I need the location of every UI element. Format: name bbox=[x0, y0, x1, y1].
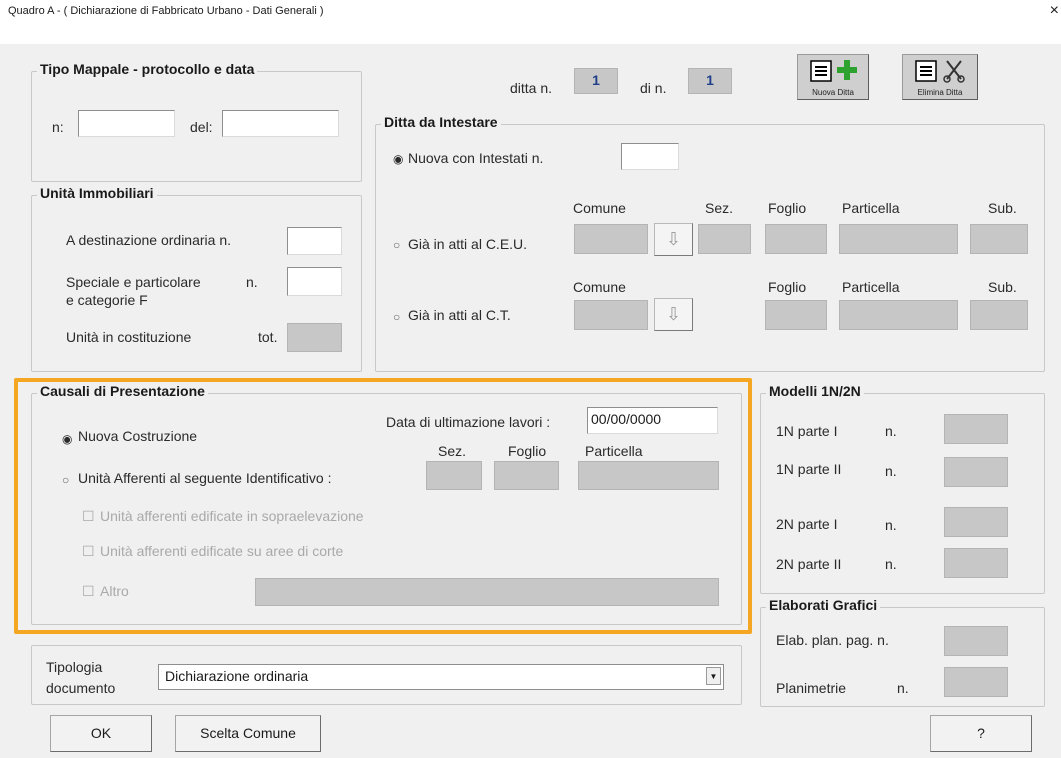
modelli-legend: Modelli 1N/2N bbox=[766, 383, 864, 399]
scelta-comune-button[interactable]: Scelta Comune bbox=[175, 715, 321, 752]
elaborati-legend: Elaborati Grafici bbox=[766, 597, 881, 613]
nuova-intestati-label: Nuova con Intestati n. bbox=[408, 150, 544, 166]
ceu-comune-header: Comune bbox=[573, 200, 626, 216]
modelli-row-label: 1N parte I bbox=[776, 423, 838, 439]
nuova-ditta-button[interactable]: Nuova Ditta bbox=[797, 54, 869, 100]
modelli-row-field bbox=[944, 507, 1008, 537]
elimina-ditta-label: Elimina Ditta bbox=[917, 88, 963, 97]
speciale-n-label: n. bbox=[246, 274, 258, 290]
list-icon bbox=[915, 60, 937, 82]
modelli-row-field bbox=[944, 414, 1008, 444]
ditta-intestare-legend: Ditta da Intestare bbox=[381, 114, 501, 130]
ct-label: Già in atti al C.T. bbox=[408, 307, 511, 323]
modelli-row-n: n. bbox=[885, 423, 897, 439]
ceu-sez-header: Sez. bbox=[705, 200, 734, 216]
speciale-label-2: e categorie F bbox=[66, 292, 148, 308]
modelli-row-field bbox=[944, 548, 1008, 578]
protocollo-date-input[interactable] bbox=[222, 110, 339, 137]
elab-plan-label: Elab. plan. pag. n. bbox=[776, 632, 889, 648]
di-label: di n. bbox=[640, 80, 667, 96]
title-bar: Quadro A - ( Dichiarazione di Fabbricato… bbox=[0, 0, 1061, 44]
ditta-label: ditta n. bbox=[510, 80, 553, 96]
ct-particella-field bbox=[839, 300, 958, 330]
modelli-row-label: 1N parte II bbox=[776, 461, 842, 477]
ceu-sez-field bbox=[698, 224, 751, 254]
ceu-particella-header: Particella bbox=[842, 200, 900, 216]
close-icon[interactable]: × bbox=[1050, 2, 1059, 20]
ceu-label: Già in atti al C.E.U. bbox=[408, 236, 528, 252]
highlight-frame bbox=[14, 378, 752, 634]
ordinaria-label: A destinazione ordinaria n. bbox=[66, 232, 231, 248]
tipologia-selected-value: Dichiarazione ordinaria bbox=[165, 668, 309, 684]
ct-foglio-field bbox=[765, 300, 827, 330]
ditta-number: 1 bbox=[574, 68, 618, 94]
nuova-ditta-label: Nuova Ditta bbox=[812, 88, 854, 97]
ceu-foglio-header: Foglio bbox=[768, 200, 807, 216]
speciale-input[interactable] bbox=[287, 267, 342, 296]
modelli-row-label: 2N parte I bbox=[776, 516, 838, 532]
radio-nuova-intestati[interactable]: ◉ bbox=[393, 152, 403, 166]
protocollo-n-input[interactable] bbox=[78, 110, 175, 137]
unita-immobiliari-group: Unità Immobiliari A destinazione ordinar… bbox=[31, 185, 362, 372]
ct-comune-header: Comune bbox=[573, 279, 626, 295]
modelli-row-n: n. bbox=[885, 463, 897, 479]
intestati-n-input[interactable] bbox=[621, 143, 679, 170]
tot-label: tot. bbox=[258, 329, 278, 345]
modelli-row-n: n. bbox=[885, 556, 897, 572]
costituzione-total bbox=[287, 323, 342, 352]
di-number: 1 bbox=[688, 68, 732, 94]
modelli-row-n: n. bbox=[885, 517, 897, 533]
ceu-particella-field bbox=[839, 224, 958, 254]
unita-immobiliari-legend: Unità Immobiliari bbox=[37, 185, 157, 201]
del-label: del: bbox=[190, 119, 213, 135]
tipo-mappale-group: Tipo Mappale - protocollo e data n: del: bbox=[31, 61, 362, 182]
tipologia-label-2: documento bbox=[46, 680, 116, 696]
window-title: Quadro A - ( Dichiarazione di Fabbricato… bbox=[8, 5, 324, 17]
radio-ct[interactable]: ○ bbox=[393, 310, 400, 324]
scissors-icon bbox=[943, 60, 965, 83]
ok-button[interactable]: OK bbox=[50, 715, 152, 752]
ct-comune-lookup-button[interactable]: ⇩ bbox=[654, 298, 693, 331]
ct-foglio-header: Foglio bbox=[768, 279, 807, 295]
ceu-comune-lookup-button[interactable]: ⇩ bbox=[654, 223, 693, 256]
speciale-label: Speciale e particolare bbox=[66, 274, 201, 290]
planimetrie-n: n. bbox=[897, 680, 909, 696]
planimetrie-label: Planimetrie bbox=[776, 680, 847, 696]
ct-sub-header: Sub. bbox=[988, 279, 1017, 295]
dropdown-arrow-icon[interactable]: ▼ bbox=[706, 667, 721, 685]
ct-sub-field bbox=[970, 300, 1028, 330]
tipologia-select[interactable]: Dichiarazione ordinaria ▼ bbox=[158, 664, 724, 690]
arrow-down-icon: ⇩ bbox=[665, 304, 682, 324]
ct-comune-field bbox=[574, 300, 648, 330]
tipo-mappale-legend: Tipo Mappale - protocollo e data bbox=[37, 61, 258, 77]
modelli-row-label: 2N parte II bbox=[776, 556, 842, 572]
arrow-down-icon: ⇩ bbox=[665, 229, 682, 249]
ceu-sub-header: Sub. bbox=[988, 200, 1017, 216]
elab-plan-field bbox=[944, 626, 1008, 656]
modelli-row-field bbox=[944, 457, 1008, 487]
elimina-ditta-button[interactable]: Elimina Ditta bbox=[902, 54, 978, 100]
help-button[interactable]: ? bbox=[930, 715, 1032, 752]
radio-ceu[interactable]: ○ bbox=[393, 238, 400, 252]
list-icon bbox=[810, 60, 832, 82]
n-label: n: bbox=[52, 119, 64, 135]
ceu-foglio-field bbox=[765, 224, 827, 254]
ceu-sub-field bbox=[970, 224, 1028, 254]
plus-icon bbox=[837, 60, 857, 80]
ordinaria-input[interactable] bbox=[287, 227, 342, 255]
costituzione-label: Unità in costituzione bbox=[66, 329, 192, 345]
tipologia-label: Tipologia bbox=[46, 659, 103, 675]
planimetrie-field bbox=[944, 667, 1008, 697]
ceu-comune-field bbox=[574, 224, 648, 254]
ct-particella-header: Particella bbox=[842, 279, 900, 295]
